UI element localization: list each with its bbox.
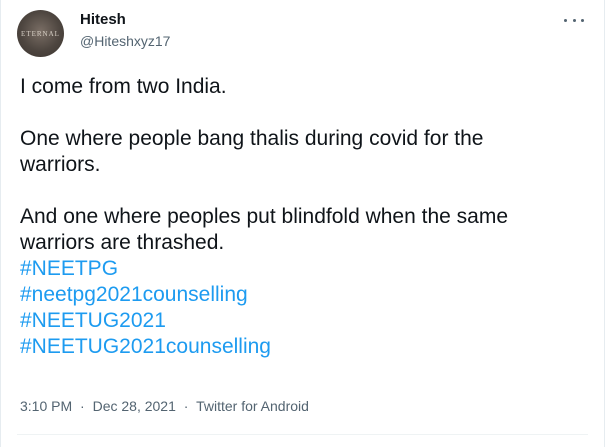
tweet-date[interactable]: Dec 28, 2021 [93,398,176,414]
hashtag-link[interactable]: #NEETPG [20,256,590,282]
avatar-text: ETERNAL [21,29,60,38]
tweet-source[interactable]: Twitter for Android [196,398,309,414]
tweet-line: warriors. [20,153,101,176]
tweet-meta: 3:10 PM · Dec 28, 2021 · Twitter for And… [20,397,309,415]
hashtag-link[interactable]: #NEETUG2021counselling [20,334,590,360]
hashtag-link[interactable]: #neetpg2021counselling [20,282,590,308]
meta-separator: · [80,398,85,414]
author-handle[interactable]: @Hiteshxyz17 [80,32,170,50]
more-dot [564,18,567,22]
tweet-line: I come from two India. [20,75,227,98]
hashtag-link[interactable]: #NEETUG2021 [20,308,590,334]
tweet-line: One where people bang thalis during covi… [20,127,484,150]
tweet-line: And one where peoples put blindfold when… [20,205,509,228]
author-display-name[interactable]: Hitesh [80,11,126,29]
more-dot [581,18,584,22]
more-options-icon[interactable] [564,12,584,28]
divider [17,434,588,435]
more-dot [572,18,576,22]
tweet-line: warriors are thrashed. [20,231,225,254]
tweet-time[interactable]: 3:10 PM [20,398,72,414]
meta-separator: · [183,398,189,414]
tweet-card: ETERNAL Hitesh @Hiteshxyz17 I come from … [0,0,605,447]
avatar[interactable]: ETERNAL [17,10,64,57]
tweet-text: I come from two India. One where people … [20,74,590,360]
